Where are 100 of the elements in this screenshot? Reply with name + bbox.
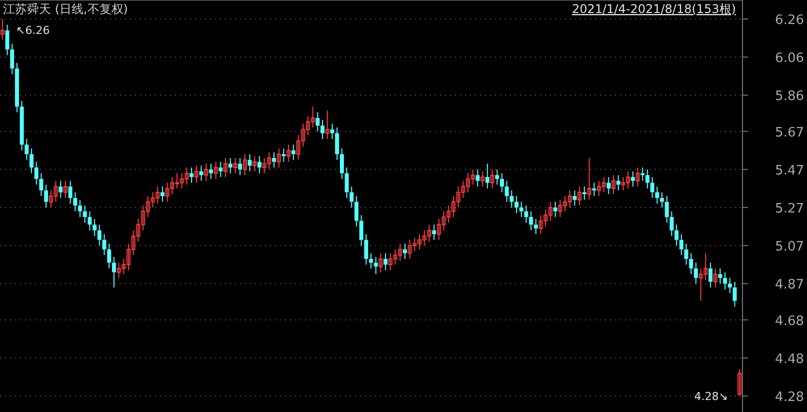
candlestick: [291, 144, 296, 160]
candlestick: [190, 167, 194, 184]
candlestick: [88, 210, 92, 231]
candlestick: [490, 168, 494, 189]
candlestick: [432, 224, 436, 240]
y-axis-label: 5.86: [775, 89, 804, 104]
candlestick: [325, 110, 330, 140]
candlestick: [0, 18, 4, 40]
candlestick: [640, 167, 645, 182]
candlestick: [233, 157, 238, 174]
candlestick: [39, 172, 44, 197]
candlestick: [670, 210, 674, 237]
candlestick: [112, 256, 116, 288]
candlestick: [529, 210, 534, 231]
candlestick: [257, 156, 262, 174]
candlestick: [92, 218, 97, 237]
chart-title: 江苏舜天 (日线,不复权): [3, 2, 128, 16]
date-range-link[interactable]: 2021/1/4-2021/8/18(153根): [572, 2, 736, 16]
candlestick: [107, 243, 112, 269]
candlestick: [476, 168, 480, 188]
candlestick: [252, 156, 257, 172]
y-axis-label: 4.48: [775, 352, 804, 367]
candlestick: [378, 252, 383, 273]
candlestick: [58, 180, 63, 198]
candlestick: [630, 170, 635, 188]
candlestick: [689, 252, 694, 275]
candlestick: [214, 161, 218, 180]
candlestick: [208, 163, 213, 180]
y-axis-label: 4.28: [775, 390, 804, 405]
candlestick: [10, 43, 14, 75]
candlestick: [194, 165, 198, 184]
candlestick: [402, 243, 407, 260]
candlestick: [34, 161, 38, 186]
candlestick: [679, 234, 684, 256]
candlestick: [335, 127, 340, 160]
candlestick: [316, 112, 320, 132]
candlestick: [30, 148, 34, 174]
high-price-label: ↖6.26: [16, 24, 50, 37]
candlestick: [218, 161, 223, 178]
candlestick: [500, 172, 504, 193]
candlestick: [636, 167, 640, 188]
candlestick: [330, 123, 334, 140]
low-price-label: 4.28↘: [694, 390, 728, 403]
candlestick: [592, 182, 596, 197]
candlestick: [645, 168, 650, 189]
candlestick: [495, 168, 500, 186]
candlestick: [510, 190, 514, 208]
candlestick: [553, 201, 558, 218]
candlestick: [369, 252, 373, 269]
candlestick: [286, 144, 291, 162]
y-axis-label: 6.06: [775, 51, 804, 66]
candlestick: [485, 163, 490, 189]
candlestick: [359, 214, 364, 246]
candlestick: [738, 368, 742, 396]
candlestick: [78, 199, 82, 218]
candlestick: [384, 252, 388, 271]
candlestick: [578, 186, 582, 206]
candlestick: [660, 192, 664, 208]
candlestick: [97, 224, 102, 246]
candlestick: [684, 243, 688, 266]
candlestick: [364, 234, 368, 266]
candlestick: [73, 192, 78, 212]
candlestick: [248, 154, 252, 172]
y-axis-label: 4.87: [775, 278, 804, 293]
y-axis-label: 5.67: [775, 125, 804, 140]
candlestick: [340, 148, 344, 180]
candlestick: [63, 180, 68, 198]
y-axis-label: 5.27: [775, 202, 804, 216]
candlestick: [320, 119, 325, 140]
candlestick: [204, 163, 208, 182]
y-axis-label: 5.47: [775, 163, 804, 178]
candlestick: [160, 186, 164, 202]
candlestick: [616, 174, 620, 191]
candlestick: [650, 176, 654, 198]
candlestick: [728, 277, 732, 294]
candlestick: [82, 205, 87, 224]
candlestick: [606, 176, 611, 195]
candlestick: [587, 157, 592, 200]
candlestick: [519, 201, 524, 218]
candlestick: [713, 268, 718, 288]
candlestick: [655, 186, 660, 204]
y-axis-label: 5.07: [775, 240, 804, 255]
candlestick: [199, 165, 204, 182]
candlestick: [504, 180, 509, 202]
candlestick: [732, 281, 737, 308]
candlestick: [514, 196, 518, 214]
candlestick: [272, 152, 276, 168]
candlestick: [228, 157, 232, 174]
candlestick: [68, 180, 72, 204]
candlestick: [242, 154, 247, 176]
candlestick: [534, 218, 538, 235]
candlestick: [611, 174, 616, 195]
candlestick: [374, 256, 378, 275]
candlestick: [238, 157, 242, 176]
candlestick: [24, 138, 29, 160]
y-axis-label: 6.26: [775, 13, 804, 28]
candlestick: [664, 196, 669, 224]
candlestick: [480, 170, 485, 188]
candlestick: [354, 196, 358, 228]
candlestick: [718, 268, 722, 284]
